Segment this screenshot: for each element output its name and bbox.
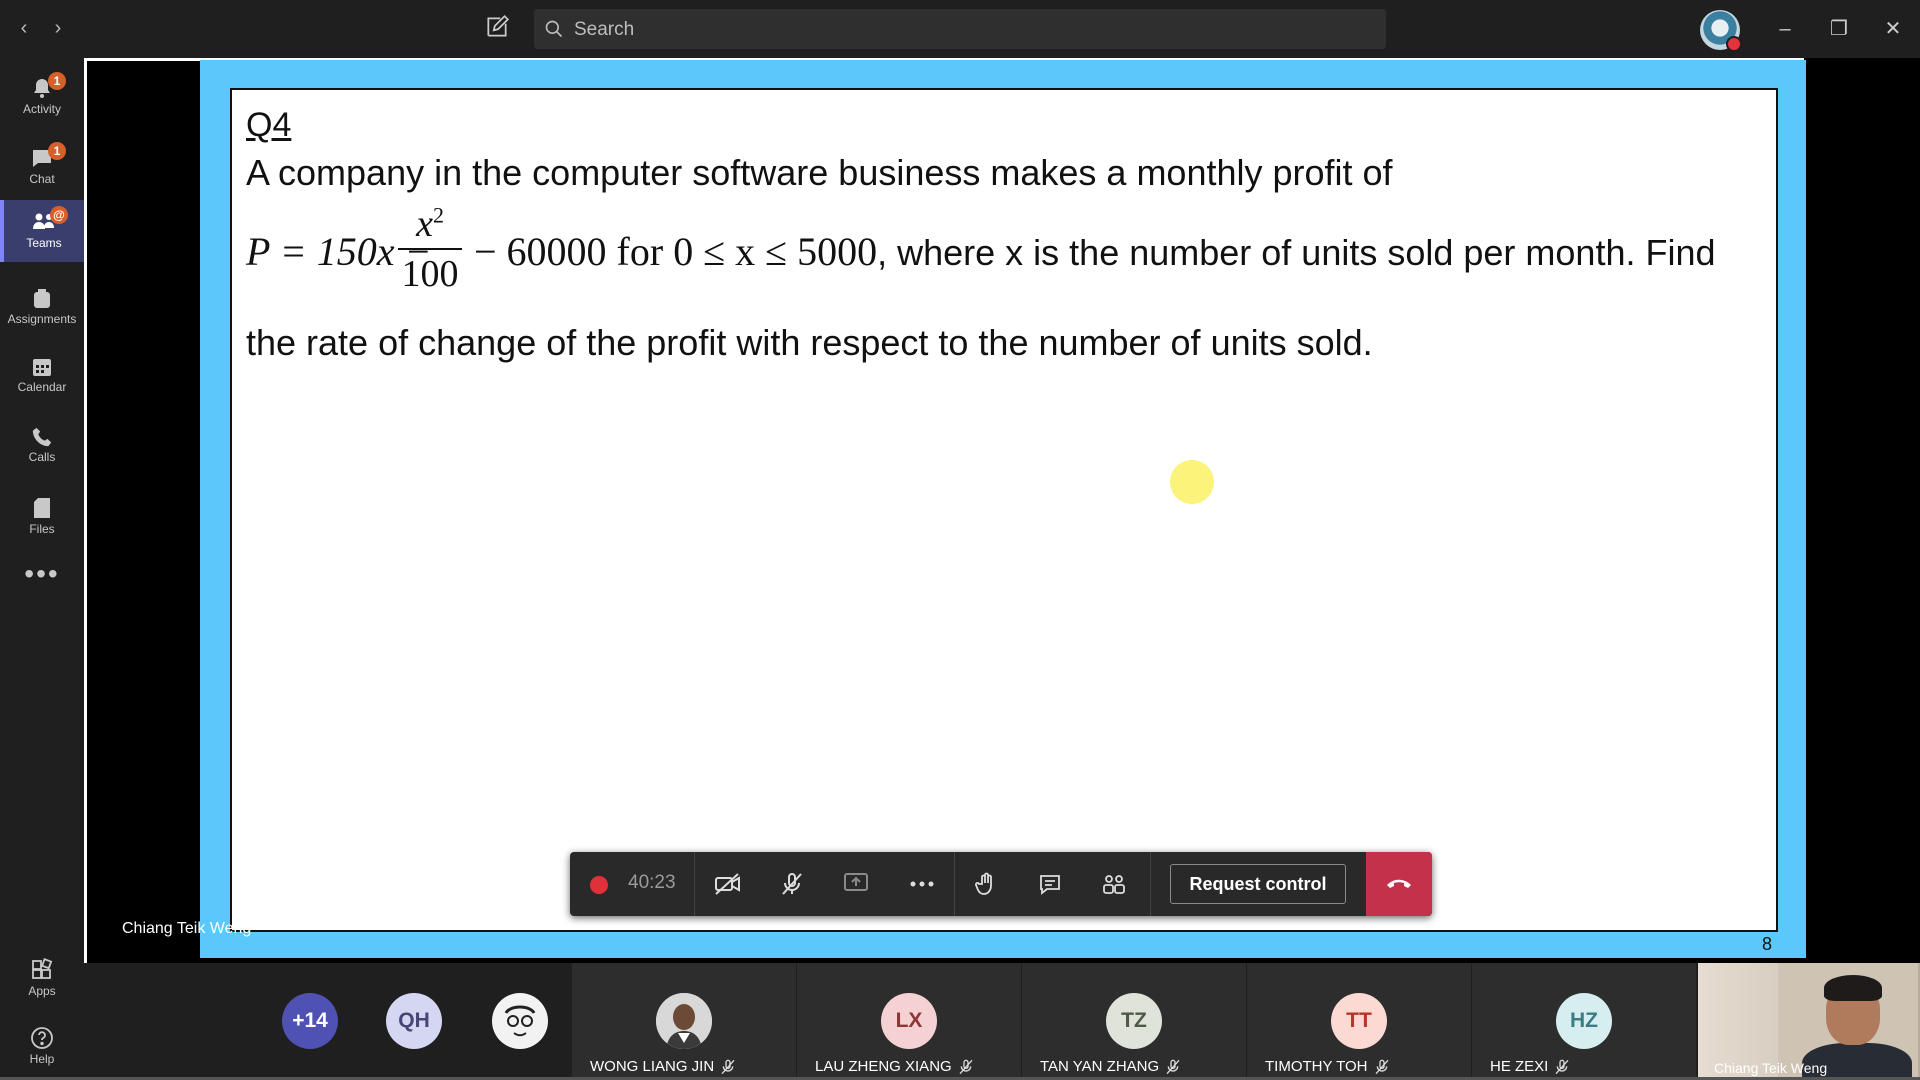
participant-photo xyxy=(656,993,712,1049)
rail-teams[interactable]: @ Teams xyxy=(0,200,84,262)
new-chat-button[interactable] xyxy=(484,14,514,44)
rail-help[interactable]: Help xyxy=(0,1016,84,1078)
recording-icon xyxy=(590,876,608,894)
mic-off-icon xyxy=(1555,1059,1569,1075)
participant-initials: TT xyxy=(1331,993,1387,1049)
equation-fraction: x2 100 xyxy=(398,202,462,296)
cartoon-face-icon xyxy=(493,994,547,1048)
participant-name: WONG LIANG JIN xyxy=(590,1058,736,1075)
participant-name: LAU ZHENG XIANG xyxy=(815,1058,974,1075)
camera-toggle-button[interactable] xyxy=(708,864,748,904)
phone-icon xyxy=(32,427,52,447)
equation-rhs: − 60000 for 0 ≤ x ≤ 5000 xyxy=(474,229,878,274)
hang-up-icon xyxy=(1387,879,1411,888)
title-bar: ‹ › – ❐ ✕ xyxy=(0,0,1920,58)
rail-assignments-label: Assignments xyxy=(7,312,77,326)
rail-calendar[interactable]: Calendar xyxy=(0,346,84,408)
overflow-participants-button[interactable]: +14 xyxy=(282,993,338,1049)
more-icon xyxy=(910,881,934,887)
rail-apps[interactable]: Apps xyxy=(0,948,84,1010)
maximize-button[interactable]: ❐ xyxy=(1822,14,1856,44)
activity-badge: 1 xyxy=(48,72,66,90)
minimize-button[interactable]: – xyxy=(1768,14,1802,44)
app-rail: 1 Activity 1 Chat @ Teams Assignments Ca… xyxy=(0,58,84,1080)
participant-initials: TZ xyxy=(1106,993,1162,1049)
fraction-numerator: x xyxy=(416,203,433,245)
more-actions-button[interactable] xyxy=(902,864,942,904)
hang-up-button[interactable] xyxy=(1366,852,1432,916)
participant-initials: LX xyxy=(881,993,937,1049)
search-input[interactable] xyxy=(572,9,1376,51)
person-photo-icon xyxy=(656,993,712,1049)
mic-off-icon xyxy=(782,873,802,895)
question-line-1: A company in the computer software busin… xyxy=(246,152,1393,193)
rail-teams-label: Teams xyxy=(26,236,62,250)
shared-slide: Q4 A company in the computer software bu… xyxy=(230,88,1778,932)
equation-rhs-line: − 60000 for 0 ≤ x ≤ 5000, where x is the… xyxy=(474,228,1716,275)
mic-off-icon xyxy=(1375,1059,1389,1075)
presenter-name: Chiang Teik Weng xyxy=(122,920,252,937)
compose-icon xyxy=(487,14,510,37)
call-timer: 40:23 xyxy=(628,872,676,893)
chat-badge: 1 xyxy=(48,142,66,160)
participant-avatar-photo[interactable] xyxy=(492,993,548,1049)
close-button[interactable]: ✕ xyxy=(1876,14,1910,44)
conversation-icon xyxy=(1040,875,1060,895)
question-line-3: the rate of change of the profit with re… xyxy=(246,322,1373,363)
back-button[interactable]: ‹ xyxy=(12,16,36,40)
camera-off-icon xyxy=(715,873,740,895)
slide-page-number: 8 xyxy=(1762,934,1773,954)
participant-initials: HZ xyxy=(1556,993,1612,1049)
search-box[interactable] xyxy=(534,9,1386,51)
raise-hand-button[interactable] xyxy=(966,864,1006,904)
call-controls: 40:23 Request control xyxy=(570,852,1432,916)
hand-icon xyxy=(975,872,992,895)
mic-off-icon xyxy=(721,1059,735,1075)
participant-avatar-qh[interactable]: QH xyxy=(386,993,442,1049)
rail-files[interactable]: Files xyxy=(0,486,84,548)
file-icon xyxy=(34,498,50,518)
rail-help-label: Help xyxy=(29,1052,55,1066)
rail-chat[interactable]: 1 Chat xyxy=(0,136,84,198)
rail-chat-label: Chat xyxy=(29,172,55,186)
teams-mention-badge: @ xyxy=(50,206,68,224)
rail-files-label: Files xyxy=(29,522,55,536)
calendar-icon xyxy=(33,359,51,376)
request-control-button[interactable]: Request control xyxy=(1170,864,1346,904)
laser-pointer xyxy=(1170,460,1214,504)
participant-name: TIMOTHY TOH xyxy=(1265,1058,1390,1075)
fraction-exponent: 2 xyxy=(432,202,444,228)
share-screen-button[interactable] xyxy=(836,864,876,904)
show-participants-button[interactable] xyxy=(1094,864,1134,904)
more-apps-button[interactable]: ••• xyxy=(0,558,84,590)
participant-name: TAN YAN ZHANG xyxy=(1040,1058,1181,1075)
status-busy-indicator xyxy=(1726,36,1742,52)
question-title: Q4 xyxy=(246,106,292,144)
rail-calls[interactable]: Calls xyxy=(0,416,84,478)
participant-name: HE ZEXI xyxy=(1490,1058,1570,1075)
apps-icon xyxy=(32,958,53,979)
rail-activity-label: Activity xyxy=(22,102,61,116)
participants-icon xyxy=(1103,875,1125,894)
forward-button[interactable]: › xyxy=(46,16,70,40)
rail-calls-label: Calls xyxy=(28,450,56,464)
fraction-denominator: 100 xyxy=(401,253,459,295)
backpack-icon xyxy=(34,289,50,308)
question-line-2-tail: , where x is the number of units sold pe… xyxy=(877,232,1716,273)
rail-apps-label: Apps xyxy=(28,984,56,998)
stage-right-panel xyxy=(1804,58,1920,960)
mic-off-icon xyxy=(959,1059,973,1075)
rail-activity[interactable]: 1 Activity xyxy=(0,66,84,128)
help-icon xyxy=(31,1027,53,1049)
mic-off-icon xyxy=(1166,1059,1180,1075)
rail-calendar-label: Calendar xyxy=(17,380,67,394)
self-video-name: Chiang Teik Weng xyxy=(1714,1060,1828,1076)
share-tray-icon xyxy=(844,873,868,891)
show-conversation-button[interactable] xyxy=(1030,864,1070,904)
rail-assignments[interactable]: Assignments xyxy=(0,276,84,338)
profile-avatar[interactable] xyxy=(1700,10,1742,52)
mic-toggle-button[interactable] xyxy=(772,864,812,904)
search-icon xyxy=(545,20,563,38)
